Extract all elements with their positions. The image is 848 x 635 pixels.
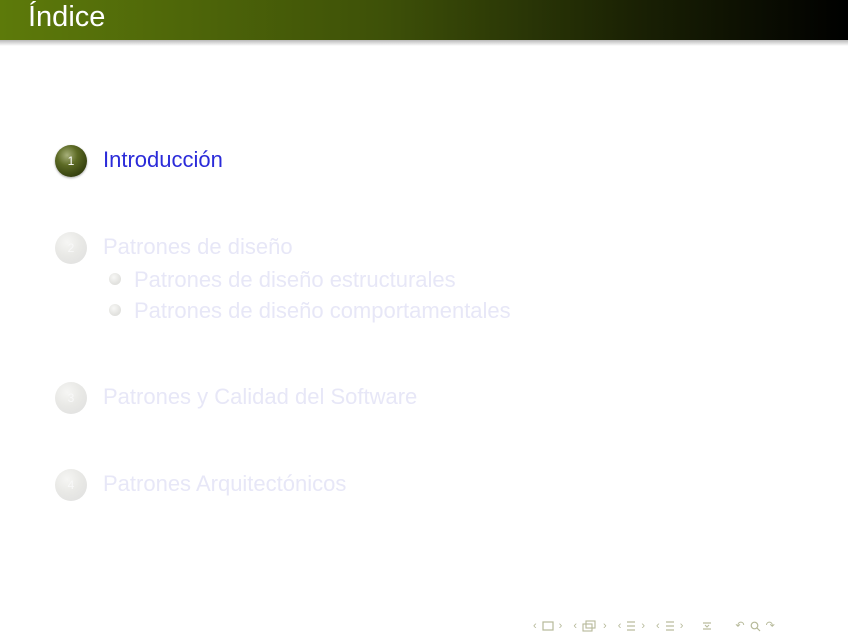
section-label: Introducción — [103, 147, 223, 172]
nav-right-arrow-icon[interactable]: › — [641, 619, 645, 633]
nav-right-arrow-icon[interactable]: › — [603, 619, 607, 633]
subsection-bullet-icon — [109, 273, 121, 285]
slide-title: Índice — [28, 1, 106, 33]
navigation-bar: ‹ › ‹ › ‹ › ‹ › ↶ ↷ — [533, 618, 775, 634]
section-number-ball: 4 — [55, 469, 87, 501]
nav-left-arrow-icon[interactable]: ‹ — [533, 619, 537, 633]
nav-right-arrow-icon[interactable]: › — [680, 619, 684, 633]
section-number: 4 — [67, 478, 75, 492]
subsection-label: Patrones de diseño comportamentales — [134, 298, 511, 323]
forward-icon[interactable]: ↷ — [766, 619, 775, 633]
nav-right-arrow-icon[interactable]: › — [559, 619, 563, 633]
alignment-icon[interactable] — [702, 619, 712, 633]
frame-icon[interactable] — [542, 619, 554, 633]
nav-left-arrow-icon[interactable]: ‹ — [618, 619, 622, 633]
slide: Índice 1 Introducción 2 Patrones de dise… — [0, 0, 848, 635]
nav-left-arrow-icon[interactable]: ‹ — [573, 619, 577, 633]
section-label: Patrones Arquitectónicos — [103, 471, 347, 496]
section-icon[interactable] — [626, 619, 636, 633]
subsection-icon[interactable] — [582, 619, 598, 633]
presentation-icon[interactable] — [665, 619, 675, 633]
search-icon[interactable] — [750, 619, 761, 633]
section-number: 2 — [67, 241, 75, 255]
nav-left-arrow-icon[interactable]: ‹ — [656, 619, 660, 633]
slide-header: Índice — [0, 0, 848, 40]
subsection-bullet-icon — [109, 304, 121, 316]
section-number-ball: 2 — [55, 232, 87, 264]
subsection-label: Patrones de diseño estructurales — [134, 267, 456, 292]
header-shadow — [0, 40, 848, 46]
section-number-ball: 1 — [55, 145, 87, 177]
section-number: 3 — [67, 391, 75, 405]
section-number: 1 — [67, 154, 75, 168]
section-label: Patrones de diseño — [103, 234, 293, 259]
section-number-ball: 3 — [55, 382, 87, 414]
section-label: Patrones y Calidad del Software — [103, 384, 418, 409]
back-icon[interactable]: ↶ — [735, 619, 744, 633]
